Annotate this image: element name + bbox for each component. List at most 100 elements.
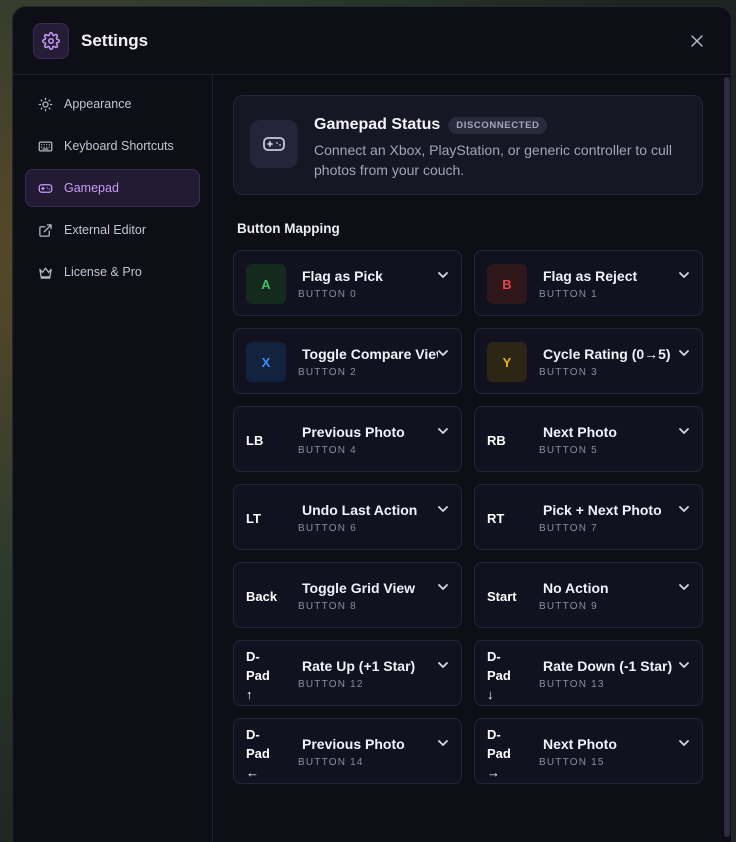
mapping-action-label: Next Photo bbox=[543, 424, 617, 440]
gear-icon bbox=[33, 22, 69, 59]
crown-icon bbox=[38, 264, 54, 280]
scrollbar-thumb[interactable] bbox=[724, 77, 730, 837]
mapping-select[interactable]: D- Pad ↓ Rate Down (-1 Star) BUTTON 13 bbox=[474, 640, 703, 706]
button-index-label: BUTTON 3 bbox=[539, 367, 598, 378]
gamepad-button-key: Back bbox=[246, 588, 278, 604]
chevron-down-icon bbox=[679, 350, 689, 356]
chevron-down-icon bbox=[438, 350, 448, 356]
mapping-action-label: Previous Photo bbox=[302, 736, 405, 752]
chevron-down-icon bbox=[438, 428, 448, 434]
mapping-select[interactable]: D- Pad ← Previous Photo BUTTON 14 bbox=[233, 718, 462, 784]
mapping-action-label: Rate Up (+1 Star) bbox=[302, 658, 416, 674]
chevron-down-icon bbox=[679, 506, 689, 512]
button-index-label: BUTTON 15 bbox=[539, 757, 605, 768]
gamepad-button-key: Start bbox=[487, 588, 517, 604]
mapping-action-label: Pick + Next Photo bbox=[543, 502, 662, 518]
button-index-label: BUTTON 13 bbox=[539, 679, 605, 690]
gamepad-button-key: D- Pad → bbox=[487, 726, 511, 780]
button-index-label: BUTTON 9 bbox=[539, 601, 598, 612]
gamepad-button-key: X bbox=[246, 342, 286, 382]
gamepad-button-key: A bbox=[246, 264, 286, 304]
close-button[interactable] bbox=[683, 27, 711, 55]
keyboard-icon bbox=[38, 138, 54, 154]
chevron-down-icon bbox=[438, 584, 448, 590]
gamepad-icon bbox=[250, 120, 298, 168]
mapping-select[interactable]: Back Toggle Grid View BUTTON 8 bbox=[233, 562, 462, 628]
button-index-label: BUTTON 4 bbox=[298, 445, 357, 456]
button-index-label: BUTTON 8 bbox=[298, 601, 357, 612]
status-badge: DISCONNECTED bbox=[448, 116, 548, 134]
sidebar-item-keyboard-shortcuts[interactable]: Keyboard Shortcuts bbox=[25, 127, 200, 165]
gamepad-button-key: LB bbox=[246, 432, 264, 448]
status-title: Gamepad Status bbox=[314, 116, 441, 133]
mapping-select[interactable]: RB Next Photo BUTTON 5 bbox=[474, 406, 703, 472]
gamepad-icon bbox=[38, 180, 54, 196]
button-index-label: BUTTON 6 bbox=[298, 523, 357, 534]
sun-icon bbox=[38, 96, 54, 112]
button-index-label: BUTTON 12 bbox=[298, 679, 364, 690]
external-link-icon bbox=[38, 222, 54, 238]
modal-header: Settings bbox=[13, 7, 731, 75]
gamepad-button-key: LT bbox=[246, 510, 261, 526]
gamepad-button-key: B bbox=[487, 264, 527, 304]
mapping-select[interactable]: RT Pick + Next Photo BUTTON 7 bbox=[474, 484, 703, 550]
gamepad-button-key: RB bbox=[487, 432, 506, 448]
gamepad-settings-panel: Gamepad Status DISCONNECTED Connect an X… bbox=[213, 75, 731, 842]
chevron-down-icon bbox=[679, 740, 689, 746]
chevron-down-icon bbox=[438, 740, 448, 746]
button-mapping-grid: A Flag as Pick BUTTON 0 B Flag as Reject BUTT… bbox=[233, 250, 711, 784]
mapping-select[interactable]: D- Pad ↑ Rate Up (+1 Star) BUTTON 12 bbox=[233, 640, 462, 706]
sidebar-item-label: External Editor bbox=[64, 223, 146, 237]
modal-title: Settings bbox=[81, 30, 149, 50]
mapping-select[interactable]: Start No Action BUTTON 9 bbox=[474, 562, 703, 628]
button-index-label: BUTTON 5 bbox=[539, 445, 598, 456]
close-icon bbox=[691, 34, 703, 47]
gamepad-button-key: D- Pad ← bbox=[246, 726, 270, 780]
settings-modal: Settings Appearance Keyboard Shortcuts G… bbox=[12, 6, 732, 842]
gamepad-button-key: Y bbox=[487, 342, 527, 382]
mapping-action-label: Next Photo bbox=[543, 736, 617, 752]
chevron-down-icon bbox=[679, 272, 689, 278]
sidebar-item-label: Gamepad bbox=[64, 181, 119, 195]
button-index-label: BUTTON 2 bbox=[298, 367, 357, 378]
mapping-action-label: Cycle Rating (0→5) bbox=[543, 346, 671, 362]
mapping-action-label: Toggle Grid View bbox=[302, 580, 416, 596]
sidebar-item-external-editor[interactable]: External Editor bbox=[25, 211, 200, 249]
mapping-action-label: Flag as Pick bbox=[302, 268, 383, 284]
mapping-select[interactable]: LT Undo Last Action BUTTON 6 bbox=[233, 484, 462, 550]
gamepad-status-card: Gamepad Status DISCONNECTED Connect an X… bbox=[233, 95, 703, 195]
mapping-select[interactable]: X Toggle Compare View BUTTON 2 bbox=[233, 328, 462, 394]
mapping-action-label: Flag as Reject bbox=[543, 268, 638, 284]
mapping-action-label: No Action bbox=[543, 580, 609, 596]
scrollbar[interactable] bbox=[723, 75, 731, 842]
chevron-down-icon bbox=[679, 428, 689, 434]
mapping-select[interactable]: LB Previous Photo BUTTON 4 bbox=[233, 406, 462, 472]
section-title: Button Mapping bbox=[237, 221, 340, 236]
mapping-action-label: Toggle Compare View bbox=[302, 346, 438, 362]
sidebar-item-license-pro[interactable]: License & Pro bbox=[25, 253, 200, 291]
sidebar-item-appearance[interactable]: Appearance bbox=[25, 85, 200, 123]
sidebar-item-gamepad[interactable]: Gamepad bbox=[25, 169, 200, 207]
settings-sidebar: Appearance Keyboard Shortcuts Gamepad Ex… bbox=[13, 75, 213, 842]
status-description: Connect an Xbox, PlayStation, or generic… bbox=[314, 142, 672, 178]
mapping-select[interactable]: Y Cycle Rating (0→5) BUTTON 3 bbox=[474, 328, 703, 394]
mapping-action-label: Rate Down (-1 Star) bbox=[543, 658, 673, 674]
button-index-label: BUTTON 0 bbox=[298, 289, 357, 300]
mapping-select[interactable]: D- Pad → Next Photo BUTTON 15 bbox=[474, 718, 703, 784]
chevron-down-icon bbox=[438, 506, 448, 512]
mapping-select[interactable]: A Flag as Pick BUTTON 0 bbox=[233, 250, 462, 316]
mapping-action-label: Undo Last Action bbox=[302, 502, 418, 518]
gamepad-button-key: D- Pad ↑ bbox=[246, 648, 270, 702]
sidebar-item-label: Keyboard Shortcuts bbox=[64, 139, 174, 153]
gamepad-button-key: RT bbox=[487, 510, 505, 526]
button-index-label: BUTTON 14 bbox=[298, 757, 364, 768]
chevron-down-icon bbox=[438, 662, 448, 668]
mapping-select[interactable]: B Flag as Reject BUTTON 1 bbox=[474, 250, 703, 316]
button-index-label: BUTTON 7 bbox=[539, 523, 598, 534]
button-index-label: BUTTON 1 bbox=[539, 289, 598, 300]
mapping-action-label: Previous Photo bbox=[302, 424, 405, 440]
chevron-down-icon bbox=[679, 662, 689, 668]
sidebar-item-label: Appearance bbox=[64, 97, 132, 111]
sidebar-item-label: License & Pro bbox=[64, 265, 142, 279]
gamepad-button-key: D- Pad ↓ bbox=[487, 648, 511, 702]
